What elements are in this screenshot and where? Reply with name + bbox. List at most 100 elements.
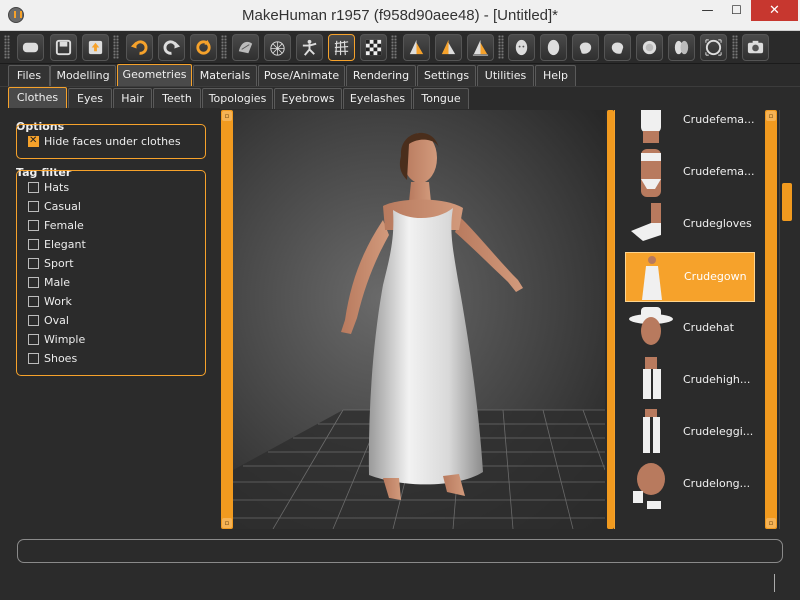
tag-hats-checkbox[interactable]: Hats [28,180,69,195]
toolbar-grip[interactable] [732,35,738,59]
tab-eyes[interactable]: Eyes [68,88,112,109]
list-item[interactable]: Crudefema... [625,110,755,146]
list-item[interactable]: Crudefema... [625,148,755,198]
smooth-icon[interactable] [232,34,259,61]
checkbox-icon[interactable] [28,201,39,212]
screenshot-icon[interactable] [742,34,769,61]
tag-label: Male [44,276,71,289]
tab-help[interactable]: Help [535,65,576,86]
left-icon[interactable] [572,34,599,61]
item-label: Crudelong... [683,477,751,490]
tab-eyebrows[interactable]: Eyebrows [274,88,342,109]
tab-geometries[interactable]: Geometries [117,64,192,86]
scroll-down-icon[interactable]: ▫ [766,518,776,528]
tag-label: Female [44,219,84,232]
3d-viewport[interactable] [233,110,605,529]
list-item-selected[interactable]: Crudegown [625,252,755,302]
checker-icon[interactable] [360,34,387,61]
checkbox-icon[interactable] [28,296,39,307]
tag-label: Sport [44,257,74,270]
minimize-button[interactable]: — [694,0,721,21]
tag-wimple-checkbox[interactable]: Wimple [28,332,85,347]
tab-rendering[interactable]: Rendering [346,65,416,86]
checkbox-icon[interactable] [28,277,39,288]
clothes-list-scrollbar[interactable]: ▫ ▫ [765,110,777,529]
hide-faces-checkbox[interactable]: Hide faces under clothes [28,134,181,149]
toolbar-grip[interactable] [391,35,397,59]
list-item[interactable]: Crudelong... [625,460,755,510]
undo-icon[interactable] [126,34,153,61]
item-label: Crudehat [683,321,734,334]
head-icon[interactable] [540,34,567,61]
top-icon[interactable] [636,34,663,61]
scroll-down-icon[interactable]: ▫ [222,518,232,528]
bottom-icon[interactable] [668,34,695,61]
clothes-thumbnail [643,409,660,453]
tab-hair[interactable]: Hair [113,88,152,109]
item-label: Crudegloves [683,217,752,230]
checkbox-icon[interactable] [28,258,39,269]
scroll-up-icon[interactable]: ▫ [766,111,776,121]
tab-topologies[interactable]: Topologies [202,88,273,109]
tab-settings[interactable]: Settings [417,65,476,86]
maximize-button[interactable]: ☐ [723,0,750,21]
viewport-right-strip[interactable] [607,110,614,529]
toolbar-grip[interactable] [4,35,10,59]
back-view-icon[interactable] [467,34,494,61]
scrollbar-handle[interactable] [782,183,792,221]
load-icon[interactable] [17,34,44,61]
list-item[interactable]: Crudegloves [625,200,755,250]
tag-sport-checkbox[interactable]: Sport [28,256,74,271]
options-group: Hide faces under clothes [16,124,206,159]
list-item[interactable]: Crudehigh... [625,356,755,406]
clothes-thumbnail [642,256,662,300]
toolbar-grip[interactable] [113,35,119,59]
face-icon[interactable] [508,34,535,61]
checkbox-icon[interactable] [28,182,39,193]
scroll-up-icon[interactable]: ▫ [222,111,232,121]
left-panel-scrollbar[interactable]: ▫ ▫ [221,110,233,529]
tab-eyelashes[interactable]: Eyelashes [343,88,412,109]
tag-label: Casual [44,200,81,213]
front-view-icon[interactable] [403,34,430,61]
toolbar-grip[interactable] [221,35,227,59]
tab-clothes[interactable]: Clothes [8,87,67,109]
redo-icon[interactable] [158,34,185,61]
sub-tab-bar: Clothes Eyes Hair Teeth Topologies Eyebr… [0,86,800,109]
reset-icon[interactable] [190,34,217,61]
tab-teeth[interactable]: Teeth [153,88,201,109]
tab-files[interactable]: Files [8,65,50,86]
checkbox-icon[interactable] [28,315,39,326]
pose-icon[interactable] [296,34,323,61]
tab-pose-animate[interactable]: Pose/Animate [258,65,345,86]
save-icon[interactable] [50,34,77,61]
tag-work-checkbox[interactable]: Work [28,294,72,309]
right-icon[interactable] [604,34,631,61]
checkbox-icon[interactable] [28,135,39,147]
tag-oval-checkbox[interactable]: Oval [28,313,69,328]
reset-camera-icon[interactable] [700,34,727,61]
checkbox-icon[interactable] [28,334,39,345]
export-icon[interactable] [82,34,109,61]
tab-materials[interactable]: Materials [193,65,257,86]
toolbar-grip[interactable] [498,35,504,59]
grid-icon[interactable] [328,34,355,61]
checkbox-icon[interactable] [28,239,39,250]
wireframe-icon[interactable] [264,34,291,61]
tag-male-checkbox[interactable]: Male [28,275,70,290]
close-button[interactable]: ✕ [751,0,798,21]
checkbox-icon[interactable] [28,220,39,231]
tab-modelling[interactable]: Modelling [50,65,116,86]
tag-elegant-checkbox[interactable]: Elegant [28,237,86,252]
tab-utilities[interactable]: Utilities [477,65,534,86]
side-view-icon[interactable] [435,34,462,61]
checkbox-icon[interactable] [28,353,39,364]
tag-female-checkbox[interactable]: Female [28,218,84,233]
tab-tongue[interactable]: Tongue [413,88,469,109]
tag-casual-checkbox[interactable]: Casual [28,199,81,214]
viewport-scene [233,132,605,529]
list-item[interactable]: Crudehat [625,304,755,354]
tag-shoes-checkbox[interactable]: Shoes [28,351,77,366]
list-item[interactable]: Crudeleggi... [625,408,755,458]
right-scrollbar[interactable] [779,110,793,529]
